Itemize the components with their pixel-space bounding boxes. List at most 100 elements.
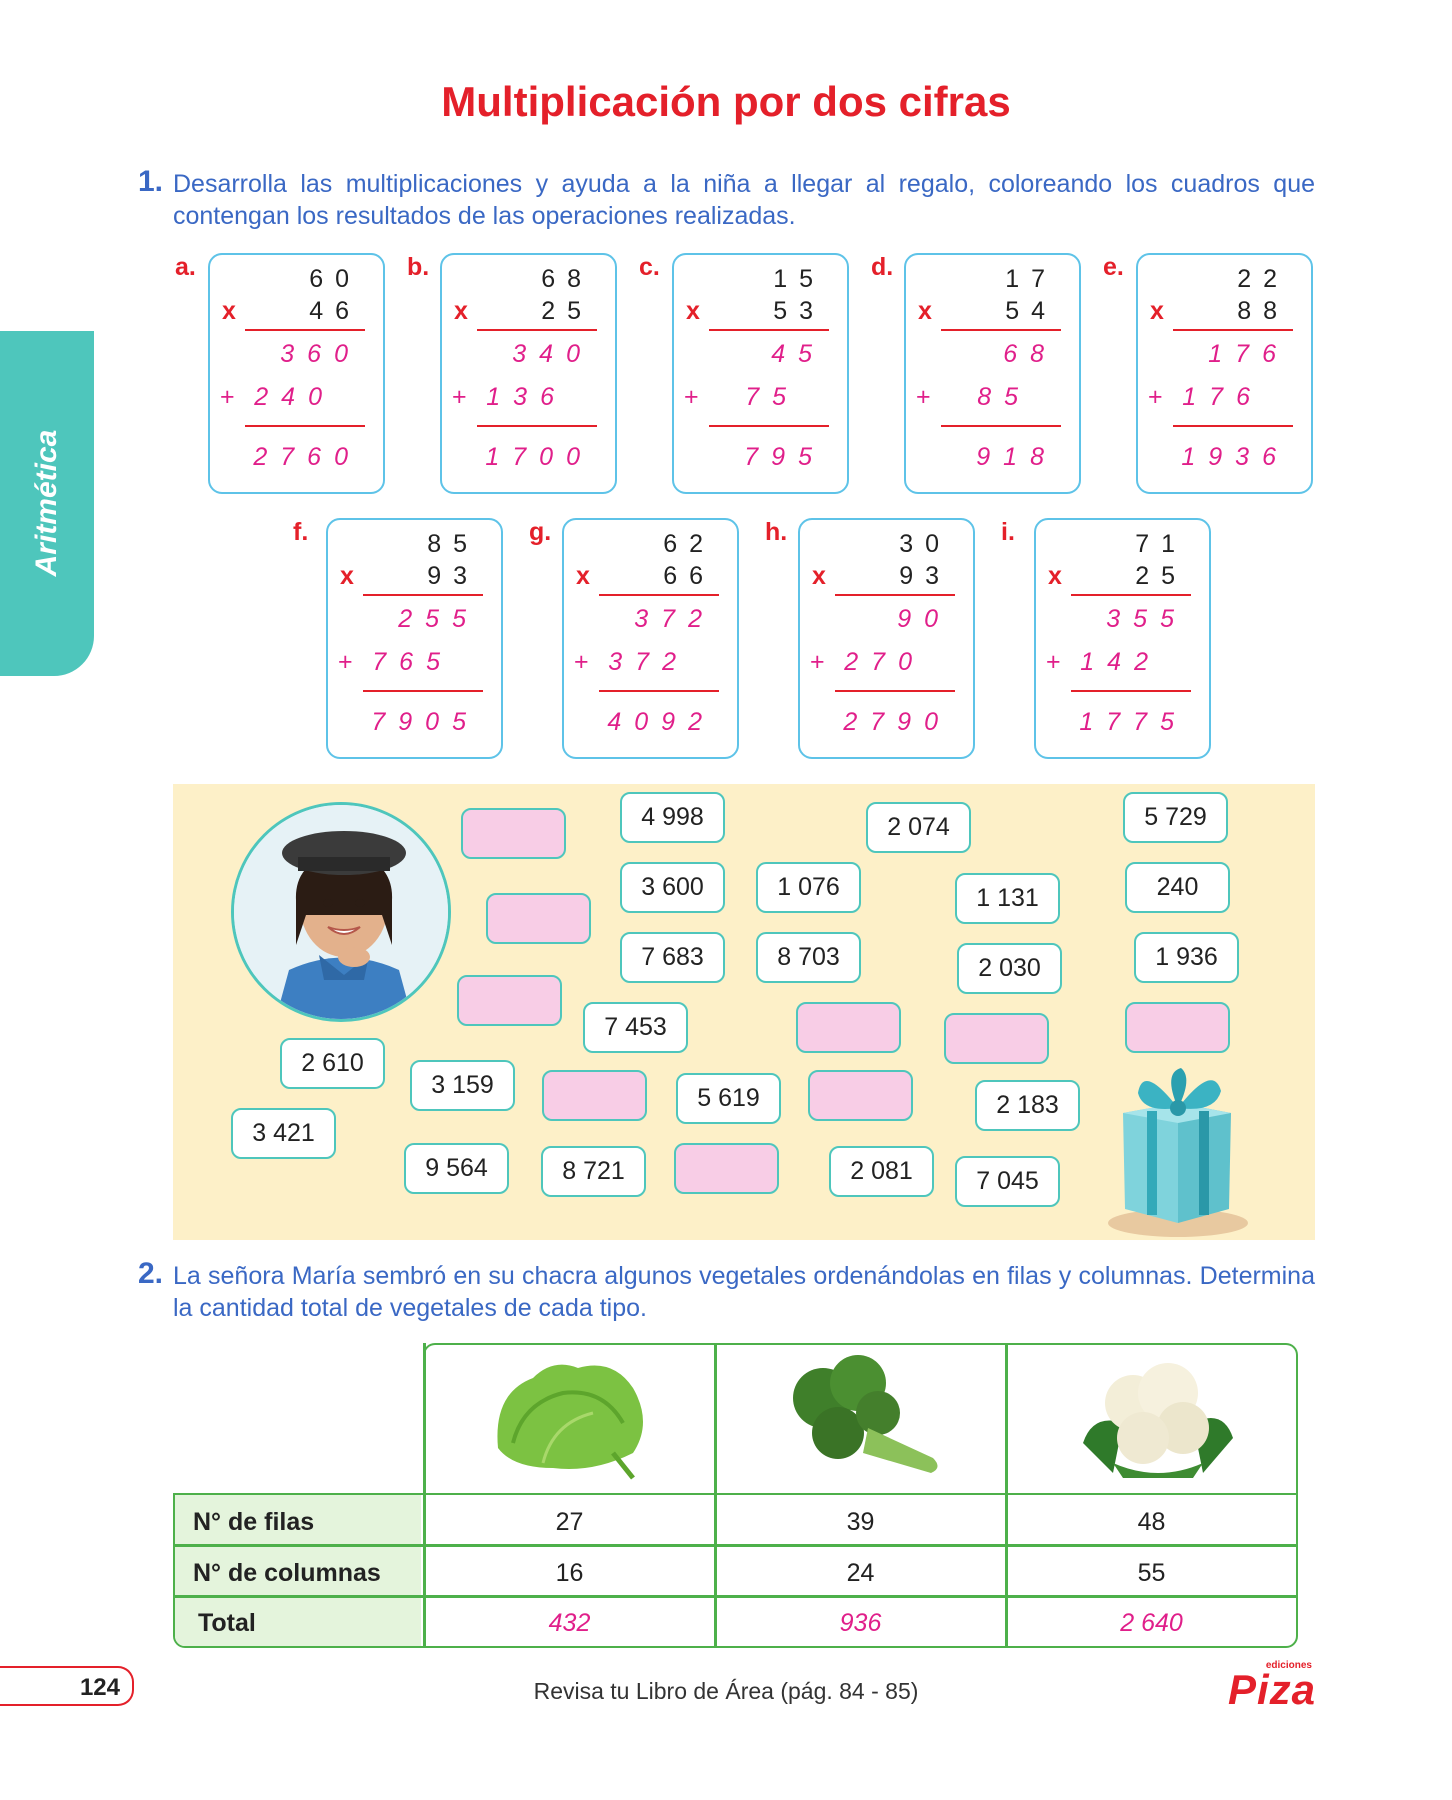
maze-number-cell[interactable]: 2 610 xyxy=(280,1038,385,1089)
product-result: 1775 xyxy=(1079,708,1187,736)
lettuce-image xyxy=(483,1353,653,1488)
times-sign: x xyxy=(454,297,468,325)
maze-number-cell[interactable]: 4 998 xyxy=(620,792,725,843)
section-tab-label: Aritmética xyxy=(30,429,63,577)
partial-product-2: 372 xyxy=(608,648,689,676)
maze-empty-cell[interactable] xyxy=(796,1002,901,1053)
maze-number-cell[interactable]: 3 159 xyxy=(410,1060,515,1111)
multiplier: 25 xyxy=(541,297,593,325)
multiplicand: 15 xyxy=(773,265,825,293)
partial-product-2: 240 xyxy=(254,383,335,411)
maze-empty-cell[interactable] xyxy=(461,808,566,859)
multiplicand: 85 xyxy=(427,530,479,558)
maze-number-cell[interactable]: 3 600 xyxy=(620,862,725,913)
maze-number-cell[interactable]: 1 936 xyxy=(1134,932,1239,983)
maze-empty-cell[interactable] xyxy=(1125,1002,1230,1053)
partial-product-2: 142 xyxy=(1080,648,1161,676)
plus-sign: + xyxy=(1046,648,1061,676)
broccoli-total: 936 xyxy=(839,1609,882,1637)
maze-number-cell[interactable]: 5 729 xyxy=(1123,792,1228,843)
publisher-logo: ediciones Piza xyxy=(1210,1660,1316,1713)
plus-sign: + xyxy=(574,648,589,676)
maze-number-cell[interactable]: 2 074 xyxy=(866,802,971,853)
multiplier: 93 xyxy=(427,562,479,590)
partial-product-2: 270 xyxy=(844,648,925,676)
vegetables-table: N° de filas N° de columnas Total 27 39 4… xyxy=(173,1343,1298,1648)
operation-label: b. xyxy=(407,253,430,281)
partial-product-1: 176 xyxy=(1208,340,1289,368)
maze-number-cell[interactable]: 2 081 xyxy=(829,1146,934,1197)
operation-line xyxy=(477,329,597,331)
cauliflower-rows: 48 xyxy=(1137,1508,1166,1536)
multiplier: 53 xyxy=(773,297,825,325)
publisher-logo-text: Piza xyxy=(1227,1666,1316,1713)
maze-number-cell[interactable]: 7 045 xyxy=(955,1156,1060,1207)
multiplicand: 71 xyxy=(1135,530,1187,558)
times-sign: x xyxy=(576,562,590,590)
result-line xyxy=(363,690,483,692)
maze-number-cell[interactable]: 1 131 xyxy=(955,873,1060,924)
partial-product-1: 68 xyxy=(1003,340,1057,368)
operation-label: e. xyxy=(1103,253,1124,281)
multiplicand: 60 xyxy=(309,265,361,293)
maze-number-cell[interactable]: 240 xyxy=(1125,862,1230,913)
plus-sign: + xyxy=(810,648,825,676)
maze-empty-cell[interactable] xyxy=(944,1013,1049,1064)
result-line xyxy=(835,690,955,692)
product-result: 1936 xyxy=(1181,443,1289,471)
operation-line xyxy=(1173,329,1293,331)
cauliflower-image xyxy=(1073,1353,1243,1488)
plus-sign: + xyxy=(916,383,931,411)
result-line xyxy=(1071,690,1191,692)
result-line xyxy=(599,690,719,692)
question-2-number: 2. xyxy=(138,1257,164,1290)
times-sign: x xyxy=(918,297,932,325)
plus-sign: + xyxy=(220,383,235,411)
multiplier: 54 xyxy=(1005,297,1057,325)
maze-number-cell[interactable]: 1 076 xyxy=(756,862,861,913)
maze-number-cell[interactable]: 5 619 xyxy=(676,1073,781,1124)
operation-line xyxy=(941,329,1061,331)
maze-number-cell[interactable]: 2 183 xyxy=(975,1080,1080,1131)
result-line xyxy=(245,425,365,427)
times-sign: x xyxy=(1150,297,1164,325)
multiplier: 66 xyxy=(663,562,715,590)
multiplicand: 22 xyxy=(1237,265,1289,293)
partial-product-1: 90 xyxy=(897,605,951,633)
maze-number-cell[interactable]: 3 421 xyxy=(231,1108,336,1159)
result-line xyxy=(709,425,829,427)
partial-product-1: 360 xyxy=(280,340,361,368)
maze-empty-cell[interactable] xyxy=(486,893,591,944)
product-result: 7905 xyxy=(371,708,479,736)
broccoli-image xyxy=(783,1353,953,1488)
maze-empty-cell[interactable] xyxy=(542,1070,647,1121)
maze-number-cell[interactable]: 7 453 xyxy=(583,1002,688,1053)
maze-number-cell[interactable]: 9 564 xyxy=(404,1143,509,1194)
product-result: 918 xyxy=(976,443,1057,471)
maze-empty-cell[interactable] xyxy=(674,1143,779,1194)
maze-empty-cell[interactable] xyxy=(457,975,562,1026)
product-result: 2760 xyxy=(253,443,361,471)
operation-line xyxy=(709,329,829,331)
partial-product-2: 765 xyxy=(372,648,453,676)
maze-number-cell[interactable]: 8 721 xyxy=(541,1146,646,1197)
operation-line xyxy=(1071,594,1191,596)
operation-label: f. xyxy=(293,518,309,546)
multiplication-box: 17 x 54 68 +85 918 xyxy=(904,253,1081,494)
lettuce-rows: 27 xyxy=(555,1508,584,1536)
multiplier: 25 xyxy=(1135,562,1187,590)
operation-label: a. xyxy=(175,253,196,281)
multiplier: 46 xyxy=(309,297,361,325)
maze-number-cell[interactable]: 7 683 xyxy=(620,932,725,983)
cauliflower-columns: 55 xyxy=(1137,1559,1166,1587)
operation-label: c. xyxy=(639,253,660,281)
times-sign: x xyxy=(340,562,354,590)
multiplicand: 62 xyxy=(663,530,715,558)
multiplication-box: 68 x 25 340 +136 1700 xyxy=(440,253,617,494)
maze-empty-cell[interactable] xyxy=(808,1070,913,1121)
product-result: 1700 xyxy=(485,443,593,471)
maze-number-cell[interactable]: 2 030 xyxy=(957,943,1062,994)
maze-number-cell[interactable]: 8 703 xyxy=(756,932,861,983)
result-line xyxy=(941,425,1061,427)
multiplication-box: 71 x 25 355 +142 1775 xyxy=(1034,518,1211,759)
